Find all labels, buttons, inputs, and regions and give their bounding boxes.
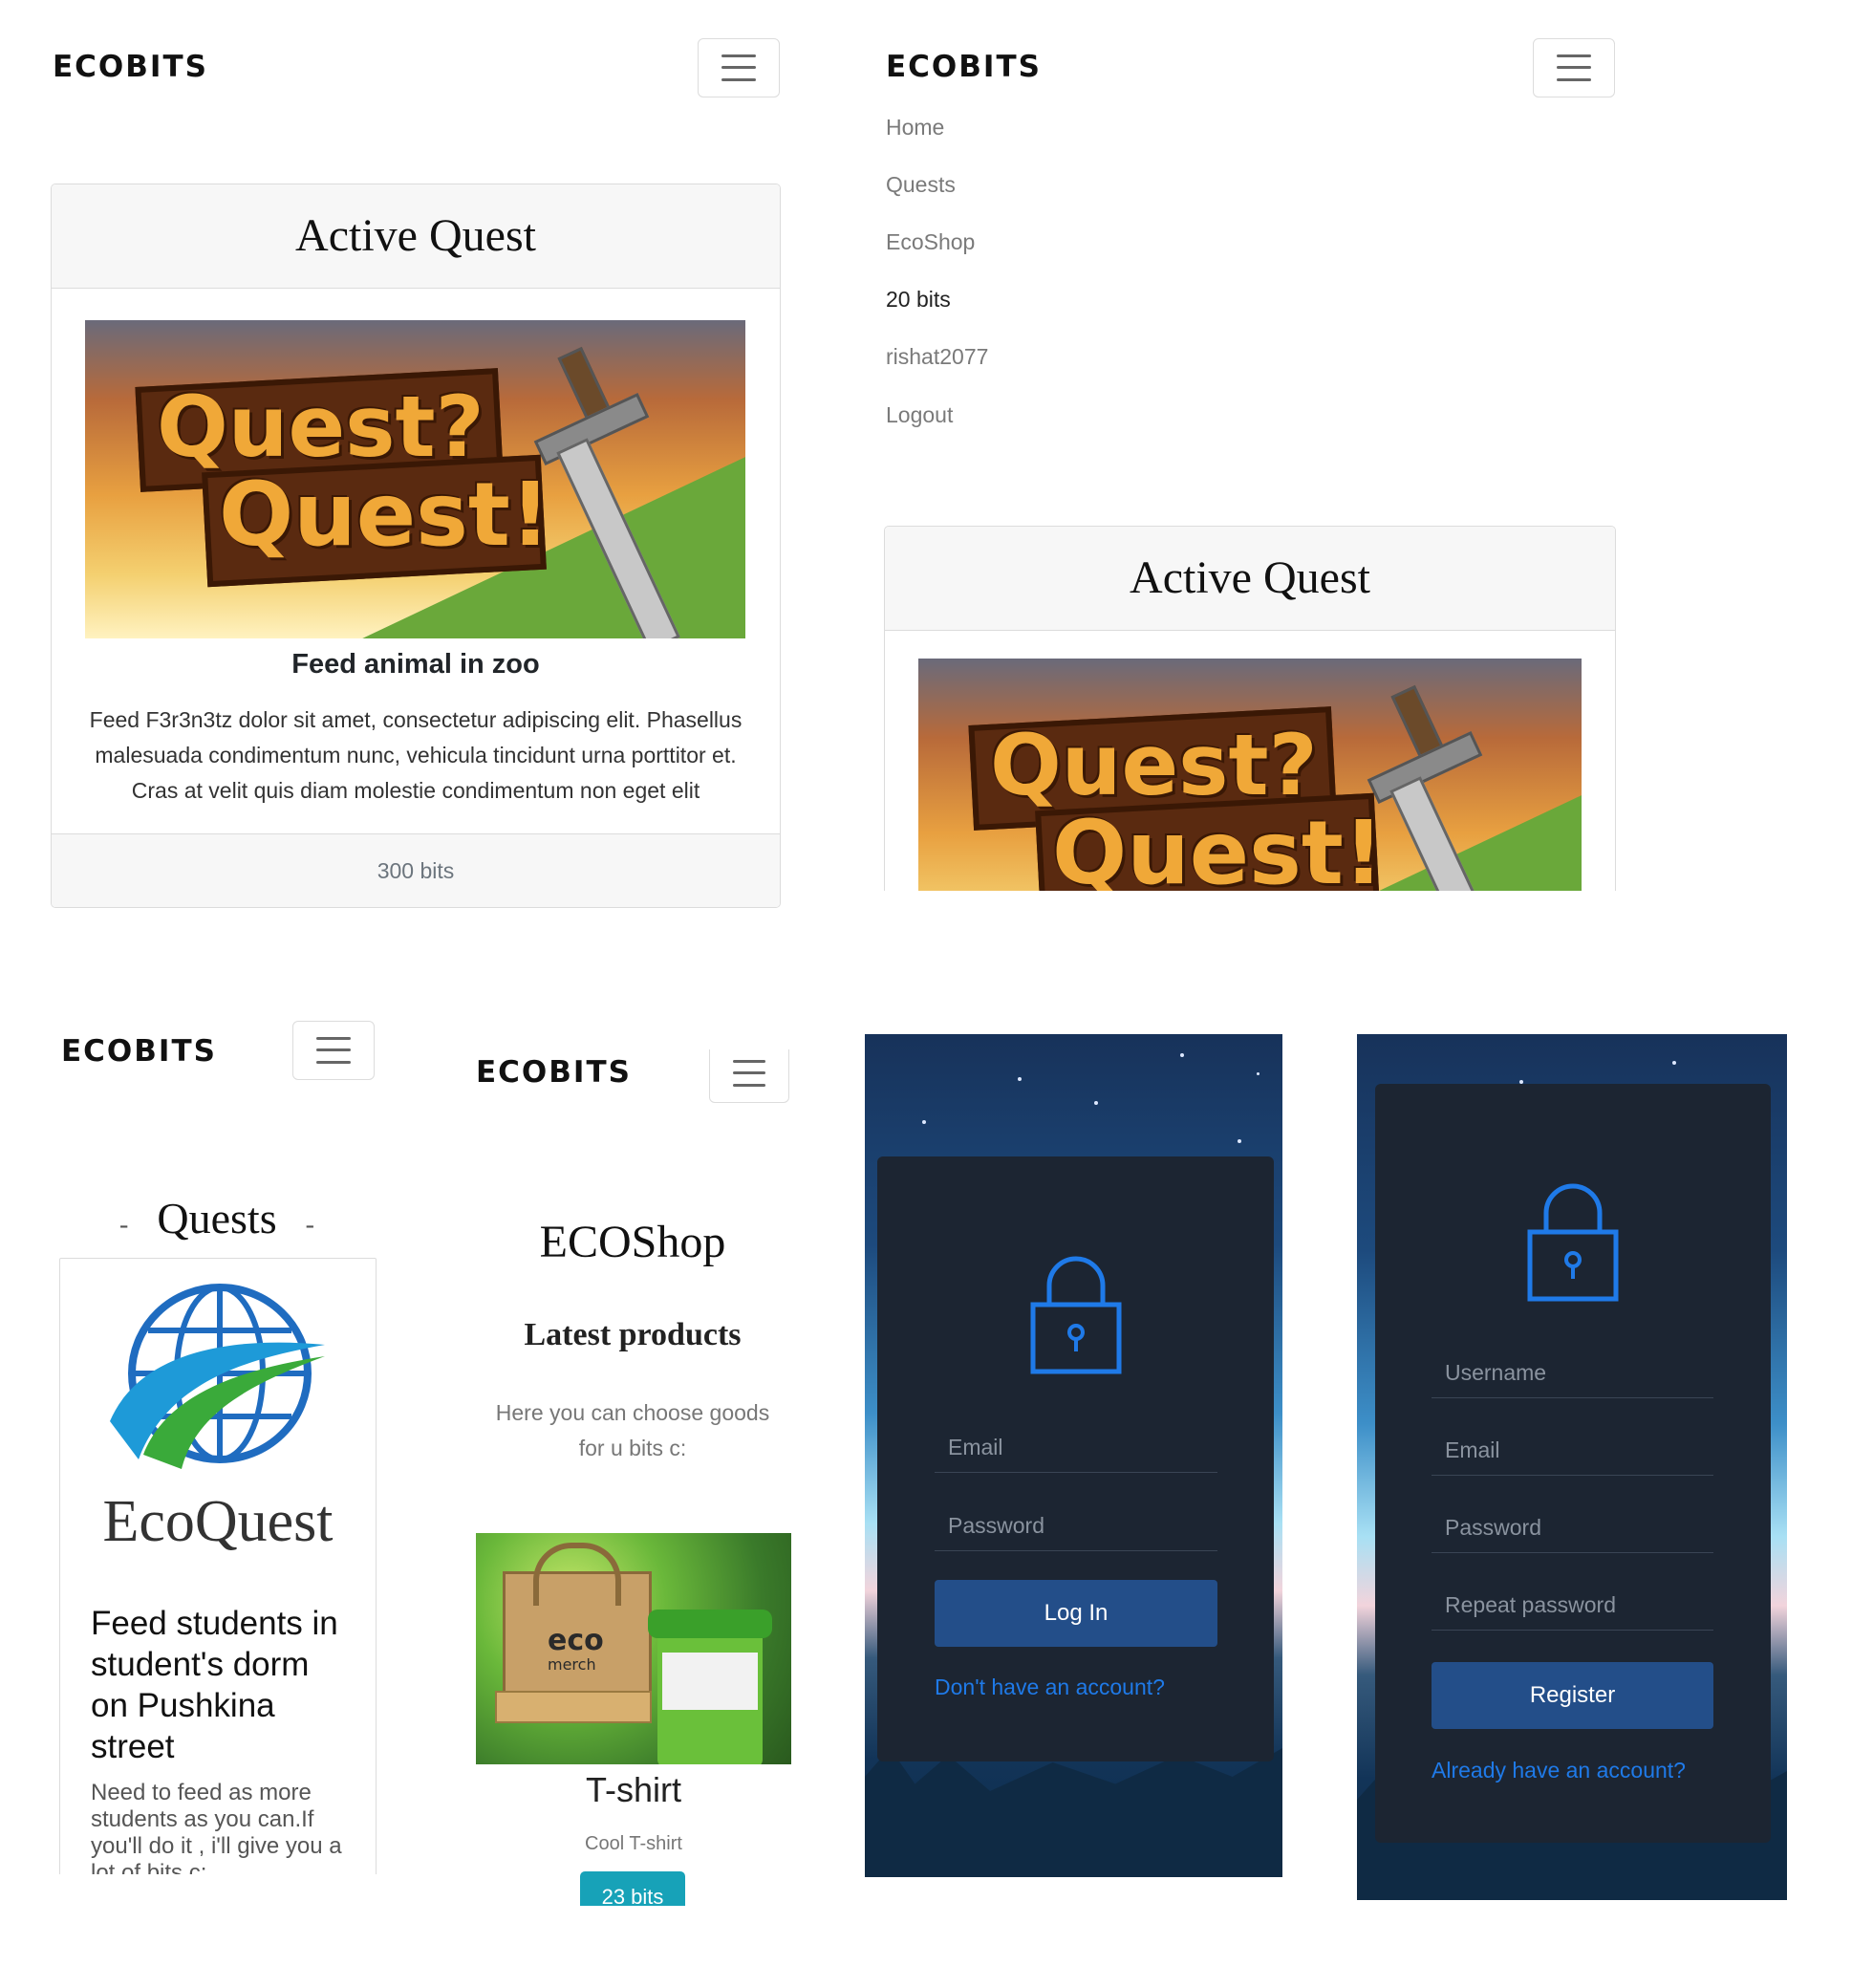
card-header-title: Active Quest bbox=[1130, 552, 1370, 603]
quest-card[interactable]: EcoQuest Feed students in student's dorm… bbox=[59, 1258, 377, 1874]
nav-ecoshop[interactable]: EcoShop bbox=[886, 229, 975, 255]
email-field[interactable]: Email bbox=[1432, 1415, 1713, 1476]
email-field[interactable]: Email bbox=[935, 1413, 1217, 1473]
product-price-button[interactable]: 23 bits bbox=[580, 1871, 685, 1906]
active-quest-card-clipped: Active Quest Quest? Quest! bbox=[884, 526, 1618, 891]
quest-card-clipped: EcoQuest Feed students in student's dorm… bbox=[59, 1258, 377, 1874]
ecoquest-logo-text: EcoQuest bbox=[102, 1489, 334, 1554]
menu-icon bbox=[316, 1037, 351, 1064]
price-clip: 23 bits bbox=[573, 1871, 688, 1906]
quest-image-text-2: Quest! bbox=[1052, 802, 1384, 891]
title-dash-left: - bbox=[119, 1210, 129, 1240]
card-header-title: Active Quest bbox=[295, 210, 536, 261]
shop-title: ECOShop bbox=[539, 1217, 726, 1267]
register-card: Username Email Password Repeat password … bbox=[1375, 1084, 1771, 1843]
nav-home[interactable]: Home bbox=[886, 115, 944, 140]
brand-logo[interactable]: ECOBITS bbox=[61, 1034, 217, 1069]
quests-title-row: - Quests - bbox=[57, 1193, 377, 1243]
menu-icon bbox=[733, 1060, 765, 1087]
quest-image-text-2: Quest! bbox=[219, 464, 550, 566]
lock-icon bbox=[1030, 1256, 1122, 1374]
active-quest-card: Active Quest Quest? Quest! bbox=[884, 526, 1616, 891]
lock-icon bbox=[1527, 1183, 1619, 1302]
quest-image: Quest? Quest! bbox=[918, 659, 1582, 891]
repeat-password-placeholder: Repeat password bbox=[1445, 1592, 1616, 1617]
repeat-password-field[interactable]: Repeat password bbox=[1432, 1570, 1713, 1631]
quest-image: Quest? Quest! bbox=[85, 320, 745, 638]
product-image: eco merch bbox=[476, 1533, 791, 1764]
toggler-clip bbox=[707, 1049, 793, 1107]
login-link[interactable]: Already have an account? bbox=[1432, 1758, 1686, 1783]
email-placeholder: Email bbox=[948, 1435, 1003, 1459]
menu-icon bbox=[721, 54, 756, 81]
nav-bits-balance: 20 bits bbox=[886, 287, 951, 312]
product-logo: eco bbox=[548, 1624, 604, 1657]
quest-title: Feed animal in zoo bbox=[291, 649, 540, 680]
navbar-toggle-button[interactable] bbox=[1533, 38, 1615, 97]
password-placeholder: Password bbox=[1445, 1515, 1541, 1540]
title-dash-right: - bbox=[305, 1210, 314, 1240]
email-placeholder: Email bbox=[1445, 1437, 1500, 1462]
nav-quests[interactable]: Quests bbox=[886, 172, 956, 198]
quest-description: Feed F3r3n3tz dolor sit amet, consectetu… bbox=[89, 707, 743, 803]
navbar-toggle-button[interactable] bbox=[709, 1049, 789, 1103]
password-placeholder: Password bbox=[948, 1513, 1044, 1538]
login-card: Email Password Log In Don't have an acco… bbox=[877, 1156, 1274, 1761]
password-field[interactable]: Password bbox=[935, 1491, 1217, 1551]
username-placeholder: Username bbox=[1445, 1360, 1547, 1385]
login-button[interactable]: Log In bbox=[935, 1580, 1217, 1647]
product-logo-sub: merch bbox=[548, 1655, 596, 1674]
brand-logo[interactable]: ECOBITS bbox=[476, 1055, 632, 1090]
shop-subtitle: Latest products bbox=[524, 1317, 742, 1352]
quest-card-text: Need to feed as more students as you can… bbox=[91, 1780, 342, 1874]
card-header: Active Quest bbox=[52, 184, 780, 289]
quest-reward: 300 bits bbox=[377, 858, 455, 883]
active-quest-card: Active Quest Quest? Quest! Feed animal i… bbox=[51, 184, 781, 908]
brand-logo[interactable]: ECOBITS bbox=[53, 50, 208, 84]
product-price: 23 bits bbox=[601, 1885, 664, 1906]
navbar-toggle-button[interactable] bbox=[292, 1021, 375, 1080]
nav-username[interactable]: rishat2077 bbox=[886, 344, 988, 370]
quest-card-title: Feed students in student's dorm on Pushk… bbox=[91, 1605, 338, 1765]
register-link[interactable]: Don't have an account? bbox=[935, 1675, 1165, 1700]
register-button[interactable]: Register bbox=[1432, 1662, 1713, 1729]
nav-logout[interactable]: Logout bbox=[886, 402, 953, 428]
navbar-toggle-button[interactable] bbox=[698, 38, 780, 97]
menu-icon bbox=[1557, 54, 1591, 81]
shop-description: Here you can choose goods for u bits c: bbox=[495, 1400, 770, 1460]
quest-image-text-1: Quest? bbox=[157, 378, 484, 476]
quests-title: Quests bbox=[157, 1194, 277, 1242]
card-footer: 300 bits bbox=[52, 833, 780, 907]
card-header: Active Quest bbox=[885, 527, 1615, 631]
quest-image-text-1: Quest? bbox=[990, 716, 1318, 814]
product-name[interactable]: T-shirt bbox=[476, 1770, 791, 1810]
username-field[interactable]: Username bbox=[1432, 1338, 1713, 1398]
brand-logo[interactable]: ECOBITS bbox=[886, 50, 1042, 84]
password-field[interactable]: Password bbox=[1432, 1493, 1713, 1553]
product-description: Cool T-shirt bbox=[585, 1833, 682, 1854]
globe-logo-icon bbox=[110, 1284, 325, 1469]
